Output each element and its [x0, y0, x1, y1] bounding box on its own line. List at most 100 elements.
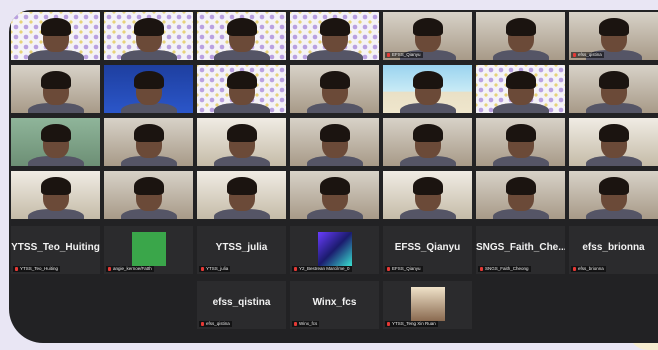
participant-name-tag: angie_kernoe/Fatth: [106, 266, 154, 272]
participant-name: EFSS_Qianyu: [392, 52, 421, 57]
participant-hair: [413, 71, 443, 89]
participant-hair: [413, 177, 443, 195]
participant-tile[interactable]: [104, 65, 193, 113]
participant-hair: [227, 124, 257, 142]
participant-tile[interactable]: EFSS_Qianyu: [383, 12, 472, 60]
participant-hair: [599, 177, 629, 195]
muted-mic-icon: [480, 267, 483, 271]
participant-tile[interactable]: YTSS_julia YTSS_julia: [197, 226, 286, 274]
participant-tile[interactable]: angie_kernoe/Fatth: [104, 226, 193, 274]
participant-name: EFSS_Qianyu: [392, 266, 421, 271]
participant-tile[interactable]: [11, 65, 100, 113]
participant-hair: [599, 18, 629, 36]
participant-hair: [599, 71, 629, 89]
participant-tile[interactable]: [11, 118, 100, 166]
participant-tile[interactable]: [476, 171, 565, 219]
participant-name-tag: Winx_fcs: [292, 321, 320, 327]
participant-tile[interactable]: [11, 12, 100, 60]
participant-display-name: EFSS_Qianyu: [394, 242, 461, 253]
participant-hair: [506, 124, 536, 142]
participant-name: efss_qistina: [578, 52, 602, 57]
participant-hair: [227, 177, 257, 195]
zoom-gallery-view: EFSS_Qianyu efss_qistina YTSS_Teo_Huiting Y…: [9, 10, 658, 343]
participant-hair: [134, 177, 164, 195]
participant-hair: [413, 18, 443, 36]
participant-display-name: efss_qistina: [212, 297, 271, 308]
participant-hair: [599, 124, 629, 142]
participant-tile[interactable]: [290, 65, 379, 113]
participant-tile[interactable]: [290, 118, 379, 166]
participant-tile[interactable]: [290, 12, 379, 60]
participant-hair: [41, 18, 71, 36]
participant-tile[interactable]: Winx_fcs Winx_fcs: [290, 281, 379, 329]
muted-mic-icon: [573, 53, 576, 57]
participant-hair: [506, 177, 536, 195]
muted-mic-icon: [387, 267, 390, 271]
participant-tile[interactable]: YTSS_Teo_Huiting YTSS_Teo_Huiting: [11, 226, 100, 274]
participant-tile[interactable]: efss_brionna efss_brionna: [569, 226, 658, 274]
participant-tile[interactable]: [569, 171, 658, 219]
participant-hair: [41, 177, 71, 195]
participant-hair: [227, 18, 257, 36]
participant-tile[interactable]: [476, 65, 565, 113]
participant-tile[interactable]: [476, 12, 565, 60]
participant-name: YTSS_Teng Xin Ruan: [392, 321, 436, 326]
participant-tile[interactable]: EFSS_Qianyu EFSS_Qianyu: [383, 226, 472, 274]
participant-tile[interactable]: [476, 118, 565, 166]
participant-tile[interactable]: YTSS_Teng Xin Ruan: [383, 281, 472, 329]
participant-tile[interactable]: [569, 118, 658, 166]
participant-name-tag: efss_qistina: [571, 52, 604, 58]
muted-mic-icon: [294, 267, 297, 271]
participant-hair: [320, 18, 350, 36]
participant-hair: [41, 124, 71, 142]
participant-tile[interactable]: [569, 65, 658, 113]
participant-tile[interactable]: [11, 171, 100, 219]
participant-tile[interactable]: [383, 65, 472, 113]
participant-name-tag: SNGS_Faith_Cheong: [478, 266, 531, 272]
profile-picture: [132, 232, 166, 266]
participant-hair: [320, 124, 350, 142]
participant-name: SNGS_Faith_Cheong: [485, 266, 529, 271]
profile-picture: [411, 287, 445, 321]
participant-hair: [320, 177, 350, 195]
participant-hair: [506, 71, 536, 89]
participant-tile[interactable]: [104, 171, 193, 219]
participant-tile[interactable]: Y2_Bestrean Marcilme_0: [290, 226, 379, 274]
participant-name: Winx_fcs: [299, 321, 318, 326]
participant-name-tag: efss_qistina: [199, 321, 232, 327]
participant-tile[interactable]: [197, 65, 286, 113]
participant-name-tag: YTSS_Teo_Huiting: [13, 266, 61, 272]
participant-display-name: YTSS_Teo_Huiting: [11, 242, 100, 253]
participant-name: YTSS_Teo_Huiting: [20, 266, 59, 271]
profile-picture: [318, 232, 352, 266]
participant-name-tag: YTSS_julia: [199, 266, 231, 272]
muted-mic-icon: [201, 322, 204, 326]
participant-name-tag: efss_brionna: [571, 266, 606, 272]
participant-tile[interactable]: [383, 118, 472, 166]
participant-tile[interactable]: [197, 171, 286, 219]
participant-tile[interactable]: [197, 12, 286, 60]
muted-mic-icon: [294, 322, 297, 326]
muted-mic-icon: [387, 322, 390, 326]
participant-display-name: SNGS_Faith_Che...: [476, 242, 565, 253]
participant-name: efss_qistina: [206, 321, 230, 326]
participant-tile[interactable]: [104, 12, 193, 60]
participant-tile[interactable]: SNGS_Faith_Che... SNGS_Faith_Cheong: [476, 226, 565, 274]
participant-tile[interactable]: [104, 118, 193, 166]
participant-name: Y2_Bestrean Marcilme_0: [299, 266, 350, 271]
participant-hair: [41, 71, 71, 89]
participant-hair: [320, 71, 350, 89]
participant-display-name: YTSS_julia: [215, 242, 268, 253]
participant-tile[interactable]: efss_qistina efss_qistina: [197, 281, 286, 329]
muted-mic-icon: [108, 267, 111, 271]
participant-hair: [413, 124, 443, 142]
participant-tile[interactable]: [290, 171, 379, 219]
participant-hair: [134, 71, 164, 89]
participant-name: efss_brionna: [578, 266, 604, 271]
participant-hair: [134, 18, 164, 36]
participant-tile[interactable]: [197, 118, 286, 166]
participant-hair: [227, 71, 257, 89]
muted-mic-icon: [201, 267, 204, 271]
participant-tile[interactable]: [383, 171, 472, 219]
participant-tile[interactable]: efss_qistina: [569, 12, 658, 60]
